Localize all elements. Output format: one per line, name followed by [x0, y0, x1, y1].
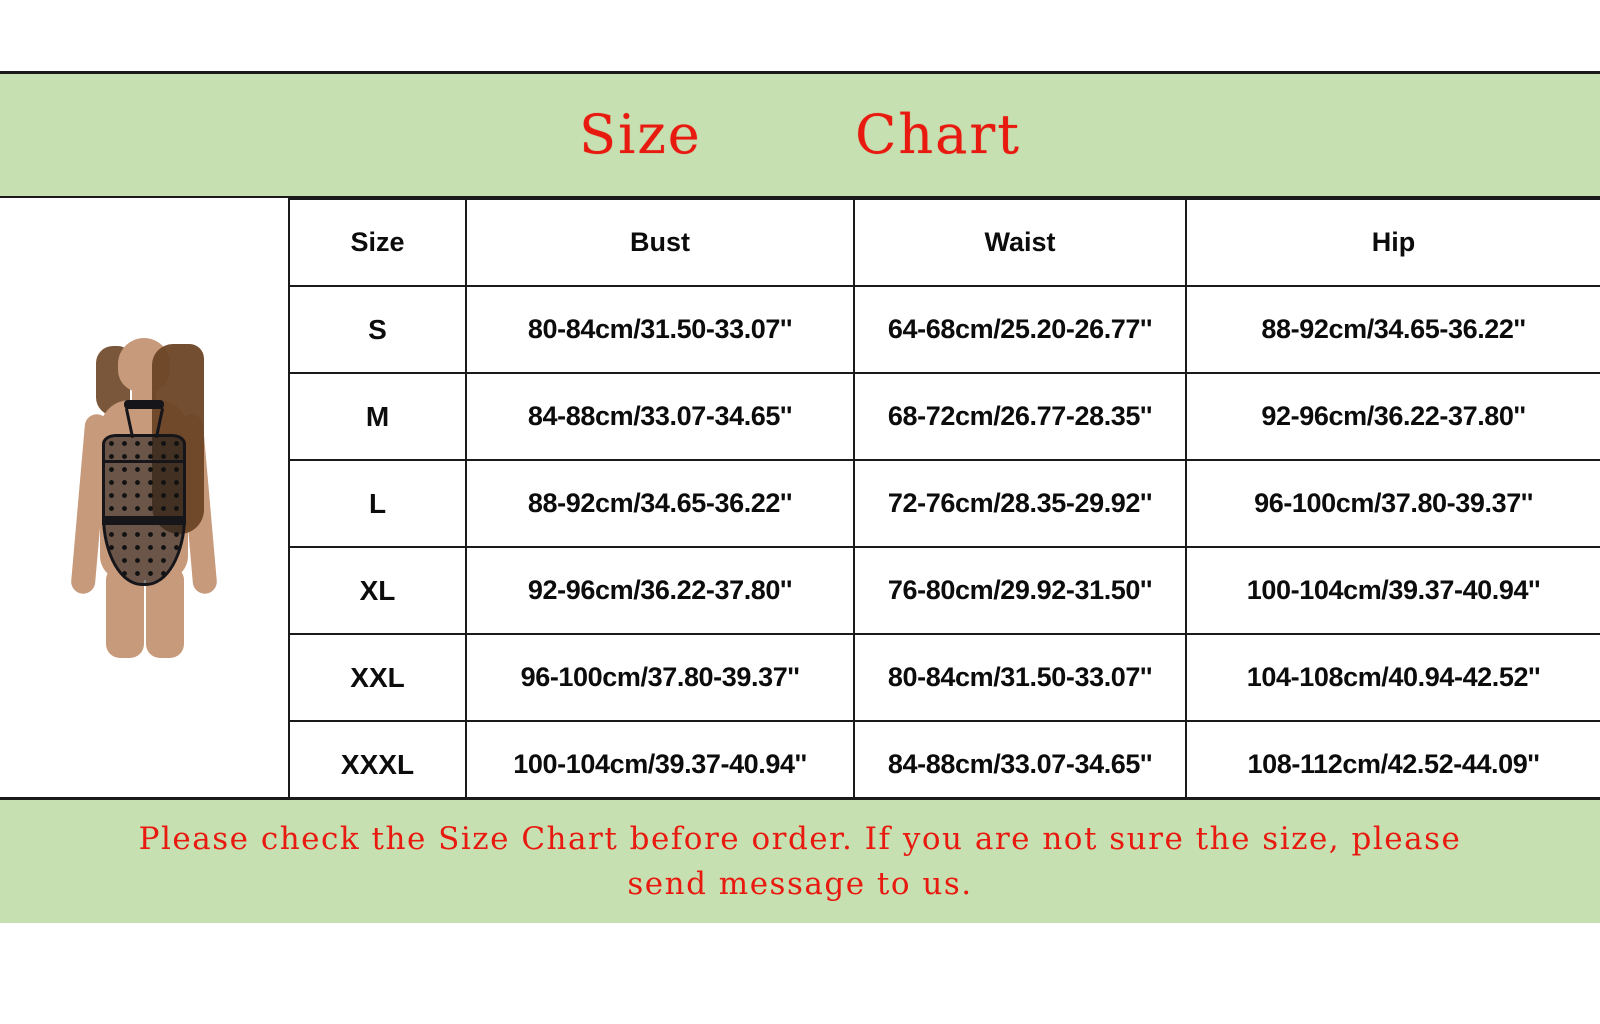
cell-waist: 80-84cm/31.50-33.07''	[853, 633, 1187, 722]
cell-size: XXXL	[288, 720, 467, 809]
column-header-size: Size	[288, 198, 467, 287]
column-header-waist: Waist	[853, 198, 1187, 287]
table-header-row: Size Bust Waist Hip	[288, 198, 1600, 287]
chart-body: Size Bust Waist Hip S 80-84cm/31.50-33.0…	[0, 196, 1600, 809]
page-title: Size Chart	[579, 103, 1021, 166]
size-chart-page: Size Chart Size Bust Waist Hip S 80-84cm…	[0, 0, 1600, 1024]
cell-bust: 84-88cm/33.07-34.65''	[465, 372, 855, 461]
cell-waist: 76-80cm/29.92-31.50''	[853, 546, 1187, 635]
cell-size: XL	[288, 546, 467, 635]
table-row: L 88-92cm/34.65-36.22'' 72-76cm/28.35-29…	[288, 459, 1600, 548]
cell-bust: 100-104cm/39.37-40.94''	[465, 720, 855, 809]
cell-bust: 88-92cm/34.65-36.22''	[465, 459, 855, 548]
cell-size: M	[288, 372, 467, 461]
product-photo	[44, 337, 244, 658]
cell-waist: 84-88cm/33.07-34.65''	[853, 720, 1187, 809]
table-row: XL 92-96cm/36.22-37.80'' 76-80cm/29.92-3…	[288, 546, 1600, 635]
cell-bust: 80-84cm/31.50-33.07''	[465, 285, 855, 374]
table-row: M 84-88cm/33.07-34.65'' 68-72cm/26.77-28…	[288, 372, 1600, 461]
bust-seam	[104, 459, 184, 463]
bodysuit-garment	[102, 433, 186, 586]
choker-collar	[124, 399, 164, 409]
cell-waist: 72-76cm/28.35-29.92''	[853, 459, 1187, 548]
cell-hip: 96-100cm/37.80-39.37''	[1185, 459, 1600, 548]
cell-hip: 108-112cm/42.52-44.09''	[1185, 720, 1600, 809]
cell-waist: 64-68cm/25.20-26.77''	[853, 285, 1187, 374]
cell-bust: 92-96cm/36.22-37.80''	[465, 546, 855, 635]
cell-bust: 96-100cm/37.80-39.37''	[465, 633, 855, 722]
size-table-container: Size Bust Waist Hip S 80-84cm/31.50-33.0…	[288, 198, 1600, 809]
column-header-bust: Bust	[465, 198, 855, 287]
cell-hip: 92-96cm/36.22-37.80''	[1185, 372, 1600, 461]
cell-hip: 100-104cm/39.37-40.94''	[1185, 546, 1600, 635]
cell-size: L	[288, 459, 467, 548]
size-chart-table: Size Bust Waist Hip S 80-84cm/31.50-33.0…	[288, 198, 1600, 809]
footer-note-line-2: send message to us.	[627, 865, 973, 902]
title-banner: Size Chart	[0, 71, 1600, 196]
cell-hip: 104-108cm/40.94-42.52''	[1185, 633, 1600, 722]
waistband	[102, 515, 186, 525]
footer-note-banner: Please check the Size Chart before order…	[0, 797, 1600, 923]
cell-waist: 68-72cm/26.77-28.35''	[853, 372, 1187, 461]
table-row: XXXL 100-104cm/39.37-40.94'' 84-88cm/33.…	[288, 720, 1600, 809]
column-header-hip: Hip	[1185, 198, 1600, 287]
product-image-pane	[0, 198, 288, 797]
table-row: XXL 96-100cm/37.80-39.37'' 80-84cm/31.50…	[288, 633, 1600, 722]
cell-size: XXL	[288, 633, 467, 722]
cell-size: S	[288, 285, 467, 374]
cell-hip: 88-92cm/34.65-36.22''	[1185, 285, 1600, 374]
table-row: S 80-84cm/31.50-33.07'' 64-68cm/25.20-26…	[288, 285, 1600, 374]
footer-note-line-1: Please check the Size Chart before order…	[138, 820, 1462, 857]
